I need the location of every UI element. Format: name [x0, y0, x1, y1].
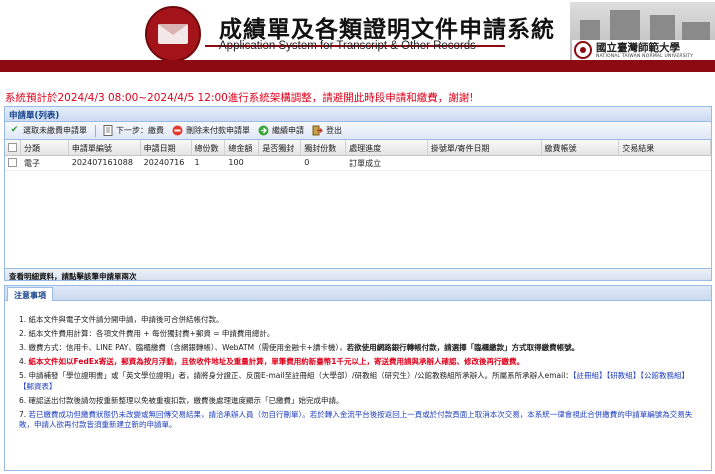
university-name: 國立臺灣師範大學: [596, 42, 680, 54]
next-pay-button[interactable]: 下一步：繳費: [102, 125, 164, 136]
col-header[interactable]: 總份數: [192, 140, 226, 155]
application-list-panel: 申請單(列表) ✔ 選取未繳費申請單 下一步：繳費 刪除未付款申請單 繼續申請 …: [4, 106, 712, 272]
row-checkbox[interactable]: [5, 156, 21, 170]
delete-unpaid-button[interactable]: 刪除未付款申請單: [172, 125, 250, 136]
grid-footer-hint: 查看明細資料，請點擊該筆申請單兩次: [4, 268, 712, 281]
system-subtitle: Application System for Transcript & Othe…: [219, 40, 476, 52]
cell-category: 電子: [23, 159, 40, 168]
note-item: 3. 繳費方式：信用卡、LINE PAY、臨櫃繳費（含網銀轉帳）、WebATM（…: [19, 343, 580, 353]
link-gongguan[interactable]: 【公館教務組】: [640, 371, 689, 380]
col-header[interactable]: 交易結果: [619, 140, 711, 155]
col-header[interactable]: 申請單編號: [69, 140, 141, 155]
col-header[interactable]: 處理進度: [346, 140, 428, 155]
cell-sealed-copies: 0: [304, 158, 310, 167]
check-icon: ✔: [10, 125, 19, 135]
cell-amount: 100: [228, 158, 244, 167]
notes-tabbar: 注意事項: [5, 286, 711, 301]
delete-unpaid-label: 刪除未付款申請單: [186, 126, 250, 135]
university-name-en: NATIONAL TAIWAN NORMAL UNIVERSITY: [596, 54, 694, 59]
arrow-right-icon: [258, 125, 269, 136]
col-header[interactable]: 是否獨封: [259, 140, 302, 155]
system-title: 成績單及各類證明文件申請系統: [219, 16, 555, 43]
note-item: 7. 若已繳費成功但繳費狀態仍未改變或無回傳交易結果，請洽承辦人員（勿自行刪單）…: [19, 409, 693, 429]
document-icon: [102, 125, 113, 136]
col-header[interactable]: 總金額: [225, 140, 260, 155]
link-graduate[interactable]: 【研教組】: [607, 371, 641, 380]
header-band: [0, 60, 715, 72]
note-item: 2. 紙本文件費用計算：各項文件費用 + 每份獨封費+郵資 = 申請費用總計。: [19, 329, 275, 339]
select-unpaid-label: 選取未繳費申請單: [23, 126, 87, 135]
table-row[interactable]: 電子 202407161088 20240716 1 100 0 訂單成立: [5, 156, 711, 171]
page-header: 成績單及各類證明文件申請系統 Application System for Tr…: [0, 0, 715, 78]
envelope-logo-icon: [145, 6, 201, 62]
select-unpaid-button[interactable]: ✔ 選取未繳費申請單: [9, 125, 87, 136]
logout-icon: [312, 125, 323, 136]
cell-progress: 訂單成立: [349, 159, 382, 168]
note-item: 5. 申請補發「學位證明書」或「英文學位證明」者，請將身分證正、反面E-mail…: [19, 371, 690, 391]
delete-icon: [172, 125, 183, 136]
maintenance-notice: 系統預計於2024/4/3 08:00~2024/4/5 12:00進行系統架構…: [5, 92, 474, 104]
link-postage[interactable]: 【郵資表】: [19, 382, 57, 391]
panel-title: 申請單(列表): [5, 107, 711, 122]
logout-button[interactable]: 登出: [312, 125, 342, 136]
cell-result: [619, 156, 711, 170]
link-registration[interactable]: 【註冊組】: [573, 371, 607, 380]
col-header[interactable]: 掛號單/寄件日期: [428, 140, 542, 155]
university-seal-icon: [574, 41, 592, 59]
col-header[interactable]: 獨封份數: [301, 140, 347, 155]
logout-label: 登出: [326, 126, 342, 135]
note-item: 1. 紙本文件與電子文件請分開申請，申請後可合併結帳付款。: [19, 315, 224, 324]
cell-id: 202407161088: [71, 158, 133, 167]
cell-date: 20240716: [143, 158, 185, 167]
toolbar: ✔ 選取未繳費申請單 下一步：繳費 刪除未付款申請單 繼續申請 登出: [5, 122, 711, 140]
next-pay-label: 下一步：繳費: [116, 126, 164, 135]
continue-apply-button[interactable]: 繼續申請: [258, 125, 304, 136]
col-header[interactable]: 分類: [21, 140, 69, 155]
cell-account: [542, 156, 620, 170]
cell-copies: 1: [194, 158, 200, 167]
cell-tracking: [428, 156, 542, 170]
grid-header: 分類 申請單編號 申請日期 總份數 總金額 是否獨封 獨封份數 處理進度 掛號單…: [5, 140, 711, 156]
note-item: 4. 紙本文件如以FedEx寄送，郵資為按月浮動，且依收件地址及重量計算，單筆費…: [19, 357, 524, 367]
tab-notes[interactable]: 注意事項: [7, 287, 53, 301]
notes-panel: 注意事項 1. 紙本文件與電子文件請分開申請，申請後可合併結帳付款。 2. 紙本…: [4, 285, 712, 471]
cell-sealed: [259, 156, 301, 170]
university-logo[interactable]: 國立臺灣師範大學 NATIONAL TAIWAN NORMAL UNIVERSI…: [572, 40, 715, 62]
note-item: 6. 確認送出付款後請勿按重新整理以免被重複扣款，繳費後處理進度顯示「已繳費」始…: [19, 395, 344, 405]
col-header[interactable]: 申請日期: [141, 140, 192, 155]
select-all-checkbox[interactable]: [5, 140, 21, 155]
notes-list: 1. 紙本文件與電子文件請分開申請，申請後可合併結帳付款。 2. 紙本文件費用計…: [5, 301, 711, 430]
continue-apply-label: 繼續申請: [272, 126, 304, 135]
col-header[interactable]: 繳費帳號: [542, 140, 620, 155]
